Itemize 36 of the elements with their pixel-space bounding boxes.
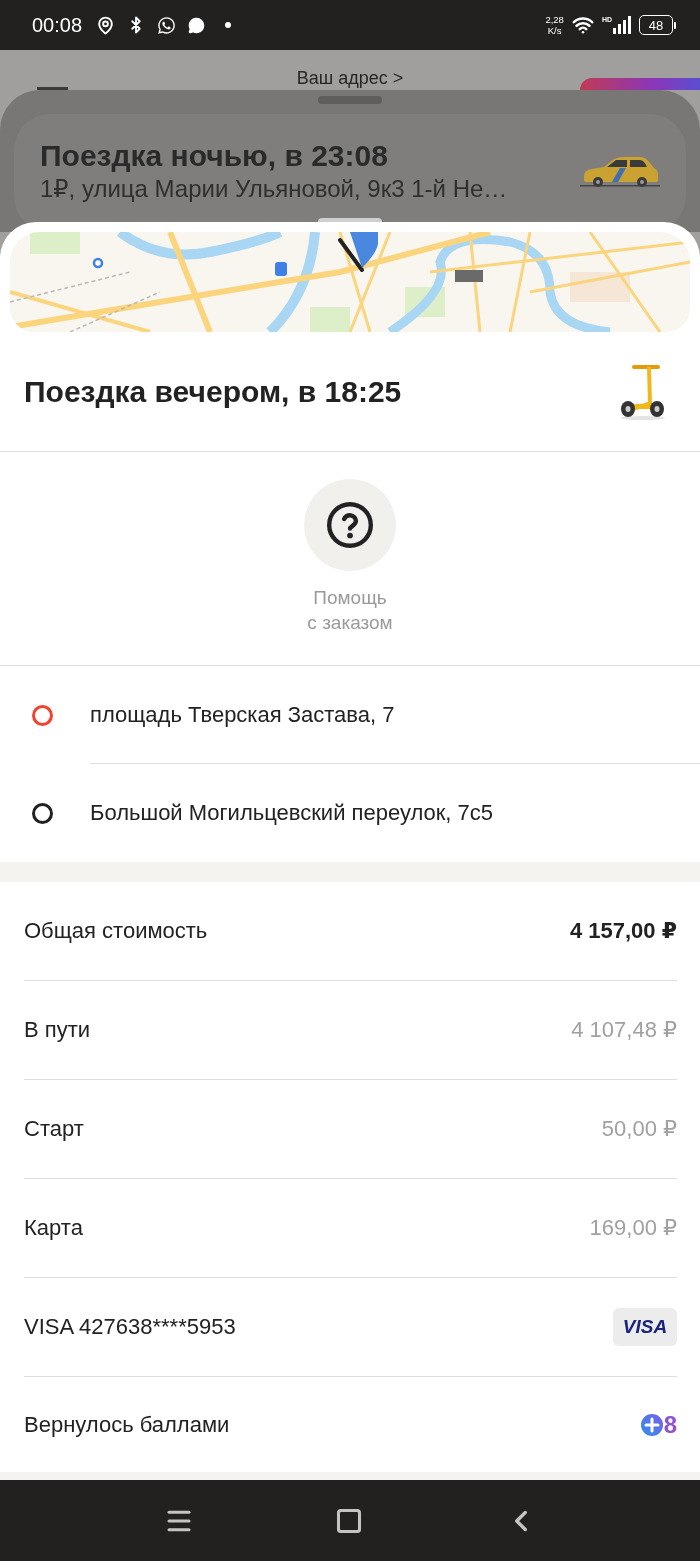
previous-order-title: Поездка ночью, в 23:08: [40, 139, 389, 173]
route-address: площадь Тверская Застава, 7: [90, 701, 395, 728]
card-logo: VISA: [613, 1308, 677, 1346]
amount: 50,00 ₽: [601, 1116, 677, 1142]
help-icon: [327, 502, 373, 548]
chat-bubble-icon: [188, 16, 206, 34]
help-label: Помощь с заказом: [307, 586, 393, 635]
previous-order-details: 1₽, улица Марии Ульяновой, 9к3 1-й Не…: [40, 175, 509, 203]
route-address: Большой Могильцевский переулок, 7с5: [90, 800, 494, 826]
car-icon: [580, 154, 660, 188]
signal-icon: [613, 16, 631, 34]
speed-value: 2,28: [545, 14, 564, 25]
dot-icon: [225, 22, 232, 28]
points-amount: 8: [663, 1410, 677, 1439]
cost-label: Старт: [24, 1116, 84, 1142]
home-button[interactable]: [335, 1506, 363, 1535]
speed-unit: K/s: [547, 25, 562, 36]
location-pin-icon: [96, 15, 116, 35]
cost-label: Общая стоимость: [24, 918, 208, 944]
clock-time: 00:08: [32, 13, 83, 37]
total-amount: 4 157,00 ₽: [569, 918, 677, 944]
wifi-icon: [571, 14, 594, 36]
order-title: Поездка вечером, в 18:25: [24, 374, 402, 409]
drag-handle[interactable]: [318, 96, 382, 104]
square-icon: [335, 1506, 363, 1535]
amount: 169,00 ₽: [589, 1215, 677, 1241]
plus-points-icon: [640, 1413, 663, 1436]
phone-chat-icon: [157, 15, 177, 35]
address-link[interactable]: Ваш адрес >: [296, 68, 404, 90]
cost-label: Карта: [24, 1215, 83, 1241]
cost-label: Вернулось баллами: [24, 1411, 230, 1438]
amount: 4 107,48 ₽: [571, 1017, 677, 1043]
scooter-icon: [618, 362, 666, 421]
card-number: VISA 427638****5953: [24, 1314, 236, 1340]
cost-label: В пути: [24, 1017, 91, 1043]
battery-indicator: 48: [639, 15, 676, 35]
